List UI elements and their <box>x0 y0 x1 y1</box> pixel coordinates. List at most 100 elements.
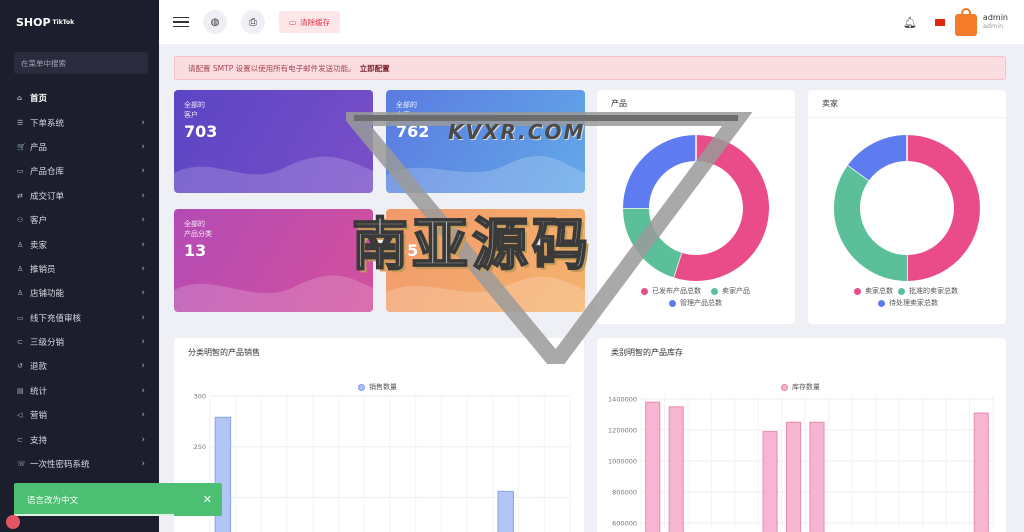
menu-icon: ⌂ <box>17 94 23 103</box>
user-menu[interactable]: admin admin <box>983 13 1008 30</box>
card-title: 产品 <box>597 90 795 118</box>
sidebar-item[interactable]: ◁ 营销 › <box>0 403 159 427</box>
menu-icon: ⊂ <box>17 435 23 444</box>
sidebar-item-label: 首页 <box>30 94 48 105</box>
menu-icon: ⚇ <box>17 216 24 225</box>
sidebar-item[interactable]: ♙ 店铺功能 › <box>0 281 159 305</box>
sidebar-item[interactable]: ⊂ 支持 › <box>0 427 159 451</box>
topbar: ◍ ⎙ ▭ 清除缓存 🔔︎ admin admin <box>159 0 1024 44</box>
laravel-icon[interactable] <box>6 515 20 529</box>
sidebar-item[interactable]: ⊂ 三级分销 › <box>0 330 159 354</box>
legend-item[interactable]: 卖家产品 <box>711 286 750 296</box>
smtp-alert: 请配置 SMTP 设置以使用所有电子邮件发送功能。 立即配置 <box>174 56 1006 80</box>
chevron-right-icon: › <box>141 385 145 396</box>
watermark-domain: KVXR.COM <box>448 120 586 144</box>
donut-slice[interactable] <box>623 207 683 278</box>
legend-label: 已发布产品总数 <box>652 287 701 295</box>
bell-icon[interactable]: 🔔︎ <box>903 16 917 29</box>
stat-label: 全部的 <box>184 101 205 109</box>
chevron-right-icon: › <box>141 459 145 470</box>
sidebar-item[interactable]: ▭ 产品仓库 › <box>0 159 159 183</box>
sidebar-item[interactable]: ▤ 统计 › <box>0 379 159 403</box>
logo-sub: TikTok <box>52 18 75 26</box>
menu-icon: ♙ <box>17 289 24 298</box>
stat-label: 卖家 <box>396 111 410 119</box>
stat-card-categories[interactable]: 全部的 产品分类 13 <box>174 209 373 312</box>
sidebar-item-label: 一次性密码系统 <box>30 460 90 471</box>
chevron-right-icon: › <box>141 434 145 445</box>
sidebar-item-label: 卖家 <box>30 240 48 251</box>
chevron-right-icon: › <box>141 166 145 177</box>
menu-icon: 🛒 <box>17 142 26 151</box>
avatar[interactable] <box>954 8 977 36</box>
sidebar-item[interactable]: ♙ 卖家 › <box>0 232 159 256</box>
sidebar-item[interactable]: ☰ 下单系统 › <box>0 110 159 134</box>
donut-slice[interactable] <box>906 135 980 281</box>
sellers-donut-chart <box>834 135 980 281</box>
sidebar-item[interactable]: 🛒 产品 › <box>0 135 159 159</box>
stat-value: 703 <box>184 122 218 141</box>
legend-label: 卖家产品 <box>722 287 750 295</box>
language-toast: 语言改为中文 ✕ <box>14 483 222 516</box>
donut-slice[interactable] <box>834 165 908 281</box>
china-flag-icon[interactable] <box>934 18 945 26</box>
donut-slice[interactable] <box>847 135 908 181</box>
bar[interactable] <box>497 490 514 532</box>
menu-icon: ♙ <box>17 264 24 273</box>
y-tick-label: 800000 <box>612 488 637 496</box>
stat-label: 产品分类 <box>184 230 212 238</box>
bar[interactable] <box>785 421 802 532</box>
sidebar-item[interactable]: ☏ 一次性密码系统 › <box>0 452 159 476</box>
y-tick-label: 1200000 <box>608 427 637 435</box>
sidebar-item-label: 线下充值审核 <box>30 313 82 324</box>
stock-card: 类别明智的产品库存 库存数量 1400000 1200000 1000000 8000… <box>597 338 1006 532</box>
menu-icon: ◁ <box>17 411 23 420</box>
menu-icon: ☰ <box>17 118 24 127</box>
bar[interactable] <box>668 406 684 532</box>
stat-label: 全部的 <box>184 220 205 228</box>
legend-label: 待处理卖家总数 <box>889 299 938 307</box>
y-tick-label: 250 <box>194 443 206 451</box>
y-tick-label: 300 <box>194 393 206 401</box>
legend-item[interactable]: 管理产品总数 <box>669 298 722 308</box>
y-tick-label: 1000000 <box>608 457 637 465</box>
sidebar-item[interactable]: ▭ 线下充值审核 › <box>0 306 159 330</box>
menu-icon: ⇄ <box>17 191 23 200</box>
menu-icon: ▭ <box>17 167 24 176</box>
watermark-title: 南亚源码 <box>351 212 592 279</box>
sidebar-item[interactable]: ⇄ 成交订单 › <box>0 184 159 208</box>
legend-item[interactable]: 待处理卖家总数 <box>878 298 938 308</box>
card-title: 卖家 <box>808 90 1006 118</box>
globe-icon[interactable]: ◍ <box>203 10 227 34</box>
logo[interactable]: SHOP TikTok <box>0 0 159 44</box>
bar[interactable] <box>973 412 989 532</box>
sidebar-item-label: 推销员 <box>30 264 56 275</box>
clear-cache-button[interactable]: ▭ 清除缓存 <box>279 11 341 33</box>
sidebar-item[interactable]: ↺ 退款 › <box>0 354 159 378</box>
legend-item[interactable]: 已发布产品总数 <box>641 286 701 296</box>
sales-card: 分类明智的产品销售 销售数量 300250200 <box>174 338 584 532</box>
stat-card-customers[interactable]: 全部的客户 703 <box>174 90 373 193</box>
sidebar-item[interactable]: ♙ 推销员 › <box>0 257 159 281</box>
legend-item[interactable]: 批准的卖家总数 <box>898 286 958 296</box>
menu-icon: ♙ <box>17 240 24 249</box>
legend-item[interactable]: 卖家总数 <box>854 286 893 296</box>
bar[interactable] <box>645 401 661 532</box>
sidebar-item[interactable]: ⌂ 首页 <box>0 86 159 110</box>
bar[interactable] <box>762 431 778 532</box>
stat-label: 客户 <box>184 111 198 119</box>
menu-toggle-icon[interactable] <box>173 14 189 31</box>
sidebar-item-label: 店铺功能 <box>30 289 65 300</box>
menu-icon: ⊂ <box>17 338 23 347</box>
donut-slice[interactable] <box>673 135 769 281</box>
products-donut-chart <box>623 135 769 281</box>
bar[interactable] <box>809 421 825 532</box>
close-icon[interactable]: ✕ <box>203 493 212 506</box>
donut-slice[interactable] <box>623 135 697 209</box>
sidebar-item[interactable]: ⚇ 客户 › <box>0 208 159 232</box>
menu-search-input[interactable]: 在菜单中搜索 <box>14 52 148 74</box>
configure-now-link[interactable]: 立即配置 <box>360 63 390 74</box>
menu-icon: ▤ <box>17 386 24 395</box>
sales-bar-chart: 300250200 <box>194 393 571 532</box>
print-icon[interactable]: ⎙ <box>241 10 265 34</box>
